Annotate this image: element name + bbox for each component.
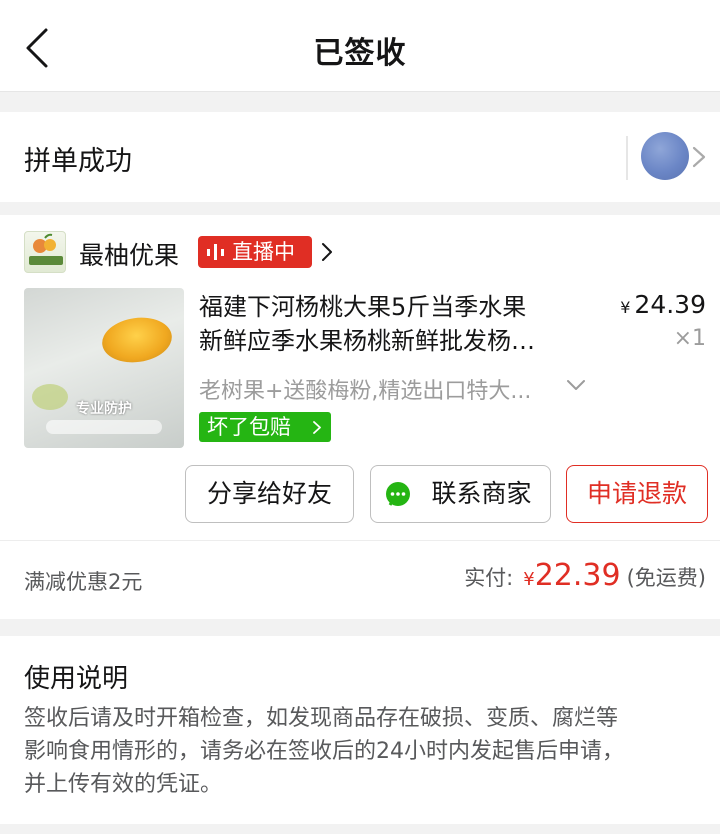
product-price: ¥24.39 bbox=[620, 290, 706, 319]
paid-currency: ¥ bbox=[523, 569, 535, 590]
group-status-bar[interactable]: 拼单成功 bbox=[0, 112, 720, 202]
avatar[interactable] bbox=[641, 132, 689, 180]
product-spec[interactable]: 老树果+送酸梅粉,精选出口特大... bbox=[199, 373, 589, 405]
compensation-label: 坏了包赔 bbox=[207, 415, 291, 439]
group-status-text: 拼单成功 bbox=[24, 146, 132, 177]
top-bar: 已签收 bbox=[0, 0, 720, 92]
request-refund-button[interactable]: 申请退款 bbox=[566, 465, 708, 523]
chevron-right-icon bbox=[313, 421, 321, 434]
product-image-subcaption-band bbox=[46, 420, 162, 434]
paid-label: 实付: bbox=[464, 566, 514, 590]
chevron-right-icon[interactable] bbox=[691, 145, 707, 169]
price-value: 24.39 bbox=[634, 290, 706, 319]
image-fruit-shape bbox=[99, 313, 175, 367]
paid-amount: 22.39 bbox=[534, 558, 621, 593]
product-image-caption: 专业防护 bbox=[76, 401, 132, 417]
live-badge[interactable]: 直播中 bbox=[198, 236, 312, 268]
instructions-line: 影响食用情形的，请务必在签收后的24小时内发起售后申请， bbox=[24, 739, 624, 764]
instructions-line: 并上传有效的凭证。 bbox=[24, 772, 223, 797]
discount-text: 满减优惠2元 bbox=[24, 570, 143, 594]
divider bbox=[0, 540, 720, 541]
instructions-line: 签收后请及时开箱检查，如发现商品存在破损、变质、腐烂等 bbox=[24, 706, 619, 731]
chat-icon bbox=[386, 482, 410, 506]
live-badge-label: 直播中 bbox=[232, 240, 295, 264]
product-quantity: ×1 bbox=[673, 326, 706, 351]
contact-seller-button[interactable]: 联系商家 bbox=[370, 465, 551, 523]
product-title-line1: 福建下河杨桃大果5斤当季水果 bbox=[199, 293, 527, 321]
product-title-line2: 新鲜应季水果杨桃新鲜批发杨… bbox=[199, 327, 535, 355]
page-title: 已签收 bbox=[313, 36, 407, 71]
fruit-logo-icon bbox=[29, 233, 63, 265]
paid-total: 实付: ¥22.39 (免运费) bbox=[464, 558, 706, 593]
instructions-body: 签收后请及时开箱检查，如发现商品存在破损、变质、腐烂等 影响食用情形的，请务必在… bbox=[24, 702, 700, 801]
chevron-down-icon[interactable] bbox=[566, 378, 586, 392]
share-button[interactable]: 分享给好友 bbox=[185, 465, 354, 523]
shop-logo[interactable] bbox=[24, 231, 66, 273]
shop-chevron-right-icon[interactable] bbox=[320, 242, 334, 262]
shop-name[interactable]: 最柚优果 bbox=[79, 236, 179, 272]
contact-seller-label: 联系商家 bbox=[431, 479, 532, 508]
product-image[interactable]: 专业防护 bbox=[24, 288, 184, 448]
live-bars-icon bbox=[207, 244, 224, 260]
divider bbox=[626, 136, 628, 180]
product-title[interactable]: 福建下河杨桃大果5斤当季水果 新鲜应季水果杨桃新鲜批发杨… bbox=[199, 290, 594, 358]
instructions-title: 使用说明 bbox=[24, 664, 129, 694]
compensation-badge[interactable]: 坏了包赔 bbox=[199, 412, 331, 442]
shipping-note: (免运费) bbox=[626, 566, 706, 590]
price-currency: ¥ bbox=[620, 298, 631, 317]
